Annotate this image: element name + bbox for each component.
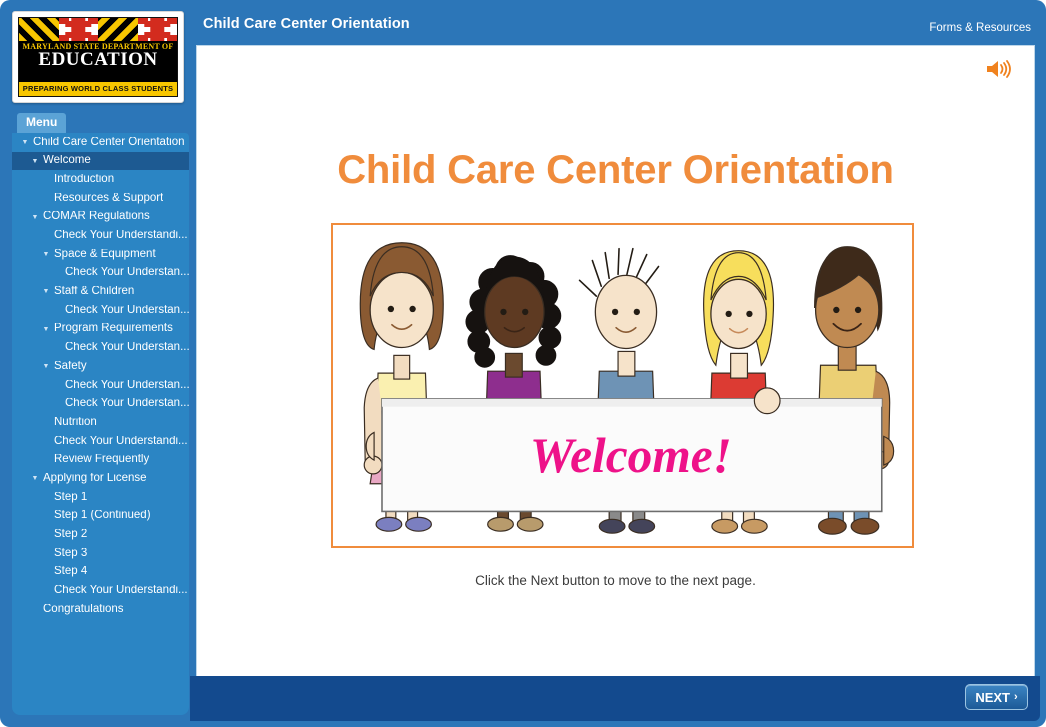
- sidebar-item[interactable]: Check Your Understan...: [12, 395, 189, 414]
- sidebar-item-label: Check Your Understan...: [65, 379, 189, 391]
- sidebar-item[interactable]: Check Your Understandi...: [12, 582, 189, 601]
- sidebar-item-label: Applying for License: [43, 472, 147, 484]
- menu-tab[interactable]: Menu: [17, 113, 67, 134]
- welcome-banner: Welcome!: [381, 398, 883, 513]
- next-button[interactable]: NEXT ›: [965, 684, 1028, 710]
- page-title: Child Care Center Orientation: [203, 16, 410, 32]
- logo-line-2: EDUCATION: [38, 48, 158, 70]
- slide-title: Child Care Center Orientation: [337, 148, 894, 192]
- sidebar-item-label: Check Your Understandi...: [54, 230, 188, 242]
- sidebar-item[interactable]: Step 1: [12, 488, 189, 507]
- chevron-right-icon: ›: [1014, 691, 1018, 703]
- logo-tagline-band: PREPARING WORLD CLASS STUDENTS: [19, 79, 177, 96]
- sidebar-item-label: Step 3: [54, 547, 88, 559]
- sidebar-item[interactable]: ▼ COMAR Regulations: [12, 208, 189, 227]
- sidebar-item-label: Introduction: [54, 173, 115, 185]
- sidebar-item[interactable]: Step 4: [12, 563, 189, 582]
- sidebar-item-label: Step 1: [54, 491, 88, 503]
- main-column: Child Care Center Orientation Forms & Re…: [190, 5, 1041, 722]
- chevron-down-icon[interactable]: ▼: [41, 251, 51, 258]
- sidebar-item-label: Check Your Understan...: [65, 267, 189, 279]
- sidebar-item[interactable]: ▼ Safety: [12, 357, 189, 376]
- sidebar-item[interactable]: Review Frequently: [12, 451, 189, 470]
- sidebar: MARYLAND STATE DEPARTMENT OF EDUCATION P…: [5, 5, 190, 722]
- sidebar-item[interactable]: Check Your Understan...: [12, 376, 189, 395]
- sidebar-item[interactable]: Check Your Understandi...: [12, 432, 189, 451]
- sidebar-item[interactable]: Introduction: [12, 170, 189, 189]
- sidebar-item-label: Check Your Understandi...: [54, 585, 188, 597]
- sidebar-item[interactable]: ▼ Program Requirements: [12, 320, 189, 339]
- chevron-down-icon[interactable]: ▼: [30, 475, 40, 482]
- sidebar-item-label: Program Requirements: [54, 323, 173, 335]
- logo-artwork: MARYLAND STATE DEPARTMENT OF EDUCATION P…: [18, 17, 178, 97]
- sidebar-item-label: Step 1 (Continued): [54, 510, 151, 522]
- sidebar-item-label: Staff & Children: [54, 286, 135, 298]
- sidebar-item-label: Step 2: [54, 529, 88, 541]
- welcome-banner-text: Welcome!: [530, 428, 732, 483]
- sidebar-item[interactable]: Step 1 (Continued): [12, 507, 189, 526]
- sidebar-item-label: Safety: [54, 360, 87, 372]
- chevron-down-icon[interactable]: ▼: [20, 139, 30, 146]
- sidebar-item[interactable]: ▼ Welcome: [12, 151, 189, 171]
- sidebar-item-label: Check Your Understan...: [65, 398, 189, 410]
- navigation-panel: ▼ Child Care Center Orientation ▼ Welcome In…: [12, 133, 189, 715]
- sidebar-item[interactable]: Check Your Understan...: [12, 301, 189, 320]
- player-controls-bar: NEXT ›: [190, 676, 1041, 722]
- maryland-education-logo: MARYLAND STATE DEPARTMENT OF EDUCATION P…: [12, 11, 184, 103]
- chevron-down-icon[interactable]: ▼: [30, 158, 40, 165]
- sidebar-item-label: Check Your Understan...: [65, 342, 189, 354]
- sidebar-item-label: Review Frequently: [54, 454, 150, 466]
- sidebar-item-label: COMAR Regulations: [43, 211, 150, 223]
- chevron-down-icon[interactable]: ▼: [41, 326, 51, 333]
- welcome-illustration-frame: Welcome!: [331, 223, 914, 548]
- sidebar-item[interactable]: Step 3: [12, 544, 189, 563]
- maryland-flag-icon: [19, 18, 177, 42]
- sidebar-item[interactable]: Check Your Understan...: [12, 264, 189, 283]
- sidebar-item[interactable]: Check Your Understandi...: [12, 226, 189, 245]
- forms-and-resources-link[interactable]: Forms & Resources: [929, 22, 1031, 34]
- sidebar-item-label: Child Care Center Orientation: [33, 136, 185, 148]
- sidebar-item[interactable]: ▼ Applying for License: [12, 469, 189, 488]
- sidebar-item-label: Resources & Support: [54, 192, 164, 204]
- course-player: MARYLAND STATE DEPARTMENT OF EDUCATION P…: [0, 0, 1046, 727]
- sidebar-item[interactable]: ▼ Child Care Center Orientation: [12, 133, 189, 152]
- sidebar-item[interactable]: ▼ Space & Equipment: [12, 245, 189, 264]
- sidebar-item[interactable]: Nutrition: [12, 413, 189, 432]
- chevron-down-icon[interactable]: ▼: [41, 363, 51, 370]
- navigation-list[interactable]: ▼ Child Care Center Orientation ▼ Welcome In…: [12, 133, 189, 715]
- sidebar-item[interactable]: Congratulations: [12, 600, 189, 619]
- chevron-down-icon[interactable]: ▼: [41, 288, 51, 295]
- slide-stage: Child Care Center Orientation Welcome! C…: [196, 45, 1035, 681]
- children-with-welcome-banner-illustration: Welcome!: [334, 225, 911, 546]
- sidebar-item-label: Space & Equipment: [54, 248, 156, 260]
- sidebar-item-label: Congratulations: [43, 603, 124, 615]
- sidebar-item[interactable]: ▼ Staff & Children: [12, 283, 189, 302]
- sidebar-item-label: Nutrition: [54, 416, 97, 428]
- sidebar-item-label: Check Your Understandi...: [54, 435, 188, 447]
- sidebar-item-label: Welcome: [43, 155, 91, 167]
- sidebar-item[interactable]: Check Your Understan...: [12, 339, 189, 358]
- sidebar-item[interactable]: Resources & Support: [12, 189, 189, 208]
- sidebar-item-label: Check Your Understan...: [65, 304, 189, 316]
- slide-caption: Click the Next button to move to the nex…: [475, 573, 756, 588]
- chevron-down-icon[interactable]: ▼: [30, 214, 40, 221]
- sidebar-item[interactable]: Step 2: [12, 525, 189, 544]
- title-bar: Child Care Center Orientation Forms & Re…: [190, 5, 1041, 45]
- logo-tagline: PREPARING WORLD CLASS STUDENTS: [22, 84, 174, 94]
- speaker-icon[interactable]: [985, 58, 1013, 80]
- sidebar-item-label: Step 4: [54, 566, 88, 578]
- next-button-label: NEXT: [975, 689, 1010, 705]
